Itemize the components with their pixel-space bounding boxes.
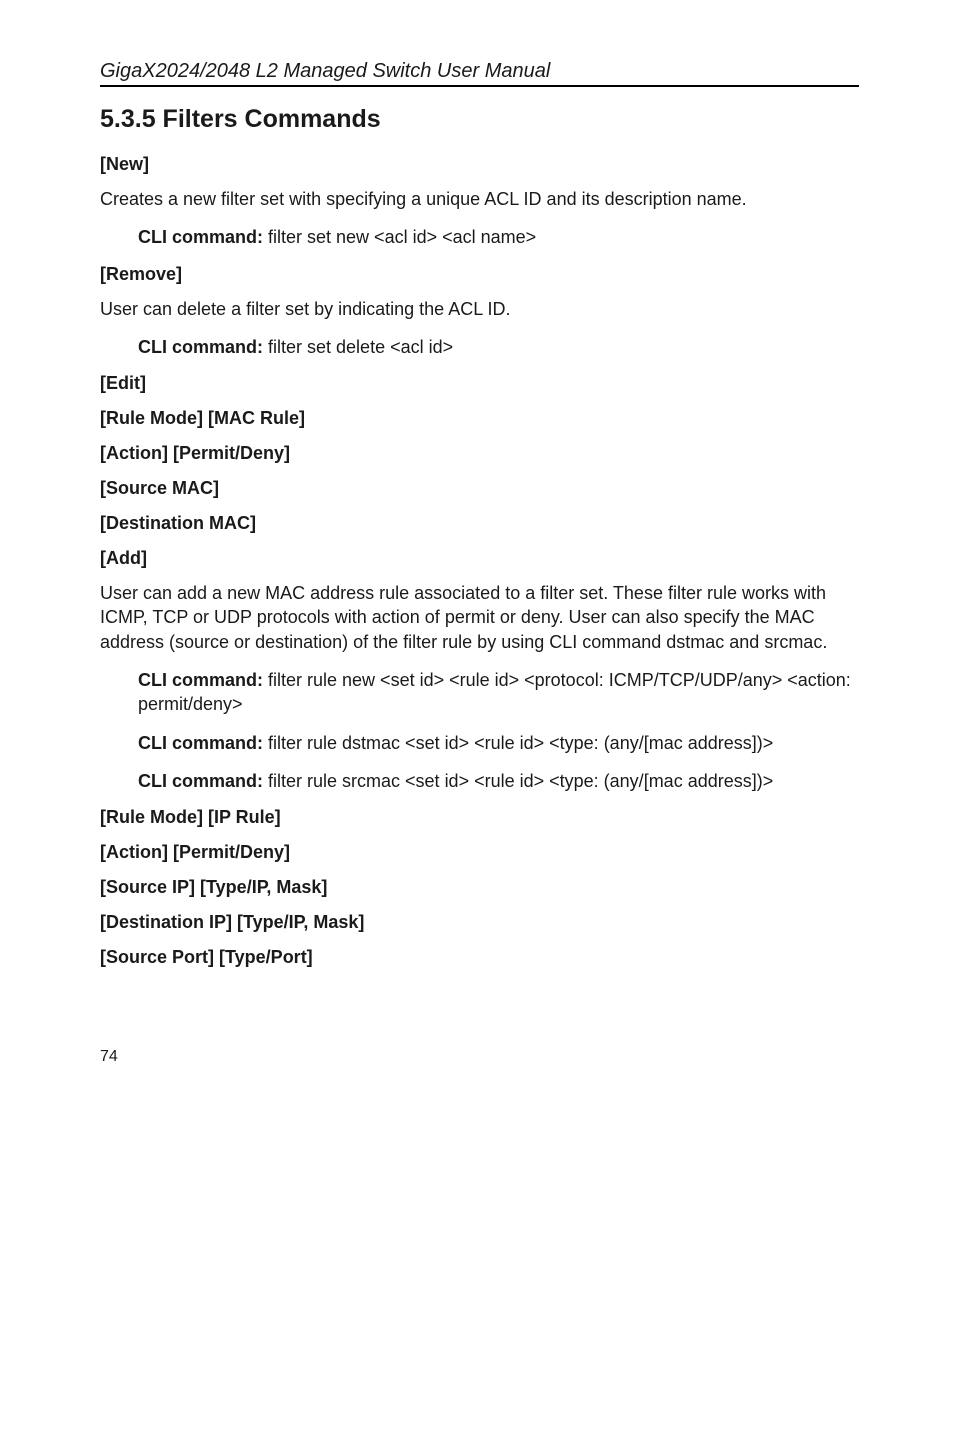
cli-text: filter rule srcmac <set id> <rule id> <t…	[263, 771, 773, 791]
heading-source-port: [Source Port] [Type/Port]	[100, 947, 859, 968]
cli-remove: CLI command: filter set delete <acl id>	[138, 335, 859, 359]
cli-label: CLI command:	[138, 227, 263, 247]
running-header: GigaX2024/2048 L2 Managed Switch User Ma…	[100, 60, 859, 87]
cli-new: CLI command: filter set new <acl id> <ac…	[138, 225, 859, 249]
heading-remove: [Remove]	[100, 264, 859, 285]
heading-source-ip: [Source IP] [Type/IP, Mask]	[100, 877, 859, 898]
cli-label: CLI command:	[138, 337, 263, 357]
heading-source-mac: [Source MAC]	[100, 478, 859, 499]
desc-remove: User can delete a filter set by indicati…	[100, 297, 859, 321]
heading-dest-mac: [Destination MAC]	[100, 513, 859, 534]
cli-label: CLI command:	[138, 670, 263, 690]
section-heading: 5.3.5 Filters Commands	[100, 105, 859, 134]
page-number: 74	[100, 1048, 859, 1066]
desc-new: Creates a new filter set with specifying…	[100, 187, 859, 211]
desc-add: User can add a new MAC address rule asso…	[100, 581, 859, 654]
heading-edit: [Edit]	[100, 373, 859, 394]
cli-text: filter set delete <acl id>	[263, 337, 453, 357]
cli-label: CLI command:	[138, 771, 263, 791]
cli-add-2: CLI command: filter rule dstmac <set id>…	[138, 731, 859, 755]
heading-new: [New]	[100, 154, 859, 175]
heading-action-permit-1: [Action] [Permit/Deny]	[100, 443, 859, 464]
cli-label: CLI command:	[138, 733, 263, 753]
heading-rule-mode-ip: [Rule Mode] [IP Rule]	[100, 807, 859, 828]
heading-dest-ip: [Destination IP] [Type/IP, Mask]	[100, 912, 859, 933]
cli-add-3: CLI command: filter rule srcmac <set id>…	[138, 769, 859, 793]
heading-action-permit-2: [Action] [Permit/Deny]	[100, 842, 859, 863]
heading-add: [Add]	[100, 548, 859, 569]
cli-text: filter rule dstmac <set id> <rule id> <t…	[263, 733, 773, 753]
document-page: GigaX2024/2048 L2 Managed Switch User Ma…	[0, 0, 954, 1106]
cli-add-1: CLI command: filter rule new <set id> <r…	[138, 668, 859, 717]
cli-text: filter set new <acl id> <acl name>	[263, 227, 536, 247]
heading-rule-mode-mac: [Rule Mode] [MAC Rule]	[100, 408, 859, 429]
